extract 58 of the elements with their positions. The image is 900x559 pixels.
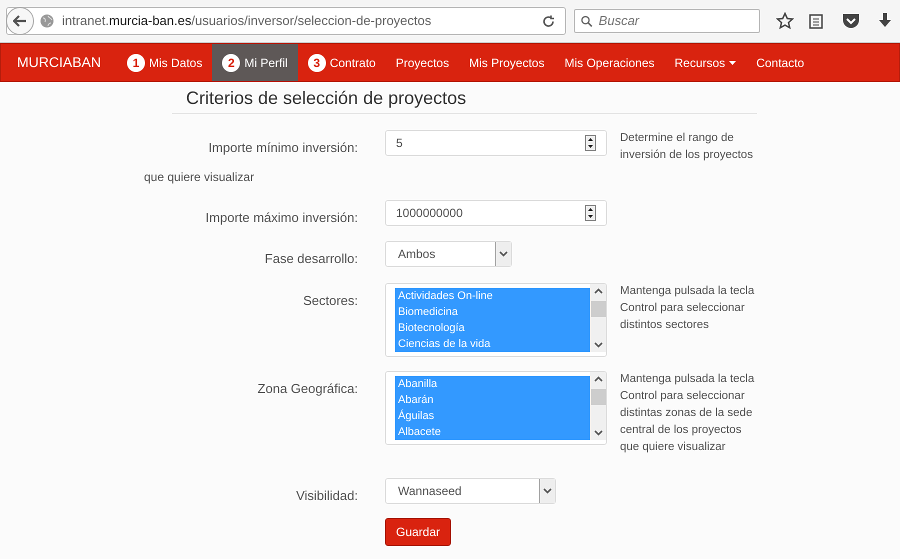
scroll-down-icon xyxy=(594,430,602,436)
field-label: Visibilidad: xyxy=(296,488,358,502)
list-option[interactable]: Ciencias de la vida xyxy=(395,336,590,352)
field-note: que quiere visualizar xyxy=(144,170,254,184)
select-dropdown[interactable]: Wannaseed xyxy=(385,478,556,504)
back-button[interactable] xyxy=(6,7,34,35)
search-input[interactable]: Buscar xyxy=(598,11,753,31)
section-title: Criterios de selección de proyectos xyxy=(172,85,757,114)
field-label: Importe máximo inversión: xyxy=(206,210,358,224)
select-dropdown[interactable]: Ambos xyxy=(385,241,512,267)
caret-icon xyxy=(499,251,508,257)
scrollbar-thumb[interactable] xyxy=(590,388,606,404)
number-input[interactable]: 1000000000 xyxy=(385,200,607,226)
pocket-icon[interactable] xyxy=(842,13,860,29)
reload-icon[interactable] xyxy=(542,14,555,28)
nav-link[interactable]: 2 Mi Perfil xyxy=(212,44,298,81)
field-label: Fase desarrollo: xyxy=(264,251,358,266)
list-option[interactable]: Biotecnología xyxy=(395,320,590,336)
scroll-up-icon[interactable] xyxy=(594,288,602,294)
spinner-icon[interactable] xyxy=(585,204,596,220)
search-icon xyxy=(581,14,593,28)
scroll-up-icon[interactable] xyxy=(594,376,602,382)
brand-logo[interactable]: MURCIABAN xyxy=(17,52,102,73)
number-input[interactable]: 5 xyxy=(385,130,607,156)
multi-select-list[interactable]: Actividades On-line Biomedicina Biotecnología Ciencias de la vida xyxy=(385,282,607,356)
field-label: Importe mínimo inversión: xyxy=(208,140,358,155)
clipboard-icon[interactable] xyxy=(808,13,824,29)
nav-link[interactable]: Contacto xyxy=(746,44,814,81)
download-icon[interactable] xyxy=(878,13,892,29)
help-text: Mantenga pulsada la tecla Control para seleccionar distintos sectores xyxy=(620,284,756,332)
list-option[interactable]: Actividades On-line xyxy=(395,288,590,304)
nav-link[interactable]: Mis Operaciones xyxy=(554,44,664,81)
spinner-icon[interactable] xyxy=(585,135,596,151)
list-option[interactable]: Águilas xyxy=(395,408,590,424)
save-button[interactable]: Guardar xyxy=(385,518,452,546)
list-option[interactable]: Albacete xyxy=(395,424,590,440)
globe-icon xyxy=(40,14,54,28)
scrollbar-thumb[interactable] xyxy=(590,300,606,316)
scrollbar[interactable] xyxy=(590,284,606,352)
nav-link[interactable]: 1 Mis Datos xyxy=(117,44,212,81)
caret-icon xyxy=(543,488,552,494)
scrollbar[interactable] xyxy=(590,372,606,440)
help-text: Mantenga pulsada la tecla Control para seleccionar distintas zonas de la sede central de los proyectos que quiere visualizar xyxy=(620,372,756,454)
list-option[interactable]: Abanilla xyxy=(395,376,590,392)
nav-link[interactable]: Mis Proyectos xyxy=(459,44,554,81)
field-label: Zona Geográfica: xyxy=(258,380,358,396)
list-option[interactable]: Abarán xyxy=(395,392,590,408)
nav-link[interactable]: 3 Contrato xyxy=(298,44,386,81)
multi-select-list[interactable]: Abanilla Abarán Águilas Albacete xyxy=(385,370,607,444)
scroll-down-icon xyxy=(594,342,602,348)
nav-link[interactable]: Recursos xyxy=(664,44,746,81)
help-text: Determine el rango de inversión de los proyectos xyxy=(620,131,754,163)
list-option[interactable]: Biomedicina xyxy=(395,304,590,320)
back-arrow-icon xyxy=(13,15,27,27)
nav-link[interactable]: Proyectos xyxy=(386,44,460,81)
bookmark-star-icon[interactable] xyxy=(776,12,794,30)
field-label: Sectores: xyxy=(303,292,358,308)
search-field[interactable]: Buscar xyxy=(574,9,760,33)
